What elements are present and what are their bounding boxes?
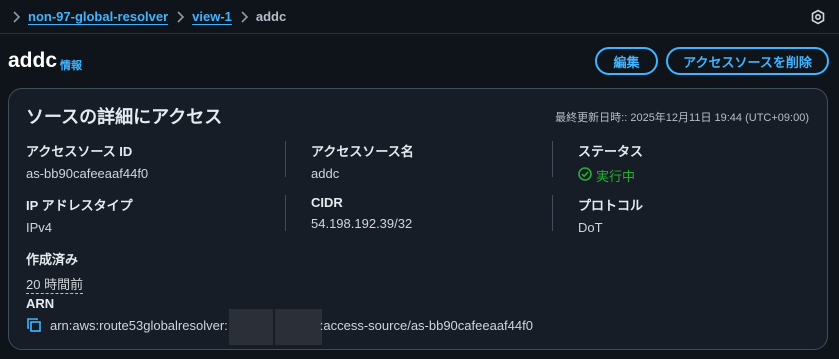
column-divider [552, 195, 553, 231]
delete-access-source-button[interactable]: アクセスソースを削除 [666, 47, 829, 75]
arn-row: arn:aws:route53globalresolver: :access-s… [26, 317, 533, 333]
panel-title: ソースの詳細にアクセス [26, 107, 223, 127]
page-header: addc 情報 編集 アクセスソースを削除 [0, 34, 839, 88]
field-label: プロトコル [578, 198, 644, 213]
column-divider [285, 195, 286, 231]
breadcrumb-bar: non-97-global-resolver view-1 addc [0, 0, 839, 34]
field-value: 54.198.192.39/32 [311, 216, 413, 231]
field-label: ARN [26, 296, 55, 311]
check-circle-icon [578, 167, 592, 184]
chevron-right-icon [176, 10, 185, 23]
field-protocol: プロトコル DoT [578, 195, 643, 235]
breadcrumb-link-resolver[interactable]: non-97-global-resolver [28, 9, 168, 24]
column-divider [285, 141, 286, 177]
field-value: IPv4 [26, 220, 53, 235]
created-value-wrapper: 20 時間前 [26, 274, 84, 294]
info-link[interactable]: 情報 [60, 57, 82, 73]
breadcrumb-link-view[interactable]: view-1 [192, 9, 232, 24]
status-badge: 実行中 [578, 166, 643, 185]
edit-button[interactable]: 編集 [595, 47, 658, 75]
field-label: アクセスソース ID [26, 144, 133, 159]
arn-suffix: :access-source/as-bb90cafeeaaf44f0 [319, 317, 533, 333]
field-cidr: CIDR 54.198.192.39/32 [311, 195, 412, 231]
copy-icon[interactable] [26, 317, 42, 333]
details-panel: ソースの詳細にアクセス 最終更新日時:: 2025年12月11日 19:44 (… [8, 88, 828, 350]
field-ip-address-type: IP アドレスタイプ IPv4 [26, 195, 133, 235]
field-status: ステータス 実行中 [578, 141, 643, 185]
created-relative-time[interactable]: 20 時間前 [26, 277, 84, 294]
field-created: 作成済み 20 時間前 [26, 249, 84, 294]
field-label: CIDR [311, 195, 343, 210]
field-access-source-id: アクセスソース ID as-bb90cafeeaaf44f0 [26, 141, 148, 181]
chevron-right-icon [12, 10, 20, 23]
settings-icon[interactable] [810, 9, 826, 25]
field-arn: ARN arn:aws:route53globalresolver: :acce… [26, 296, 533, 333]
field-value: addc [311, 166, 340, 181]
field-label: アクセスソース名 [311, 144, 414, 159]
page-title: addc [8, 49, 58, 72]
field-value: as-bb90cafeeaaf44f0 [26, 166, 149, 181]
field-label: 作成済み [26, 252, 79, 267]
field-access-source-name: アクセスソース名 addc [311, 141, 414, 181]
last-updated: 最終更新日時:: 2025年12月11日 19:44 (UTC+09:00) [555, 112, 809, 124]
field-label: ステータス [578, 144, 644, 159]
column-divider [552, 141, 553, 177]
chevron-right-icon [240, 10, 248, 23]
field-value: DoT [578, 220, 603, 235]
field-label: IP アドレスタイプ [26, 198, 133, 213]
breadcrumb-current: addc [255, 9, 287, 24]
arn-prefix: arn:aws:route53globalresolver: [50, 317, 228, 333]
status-text: 実行中 [596, 169, 636, 184]
